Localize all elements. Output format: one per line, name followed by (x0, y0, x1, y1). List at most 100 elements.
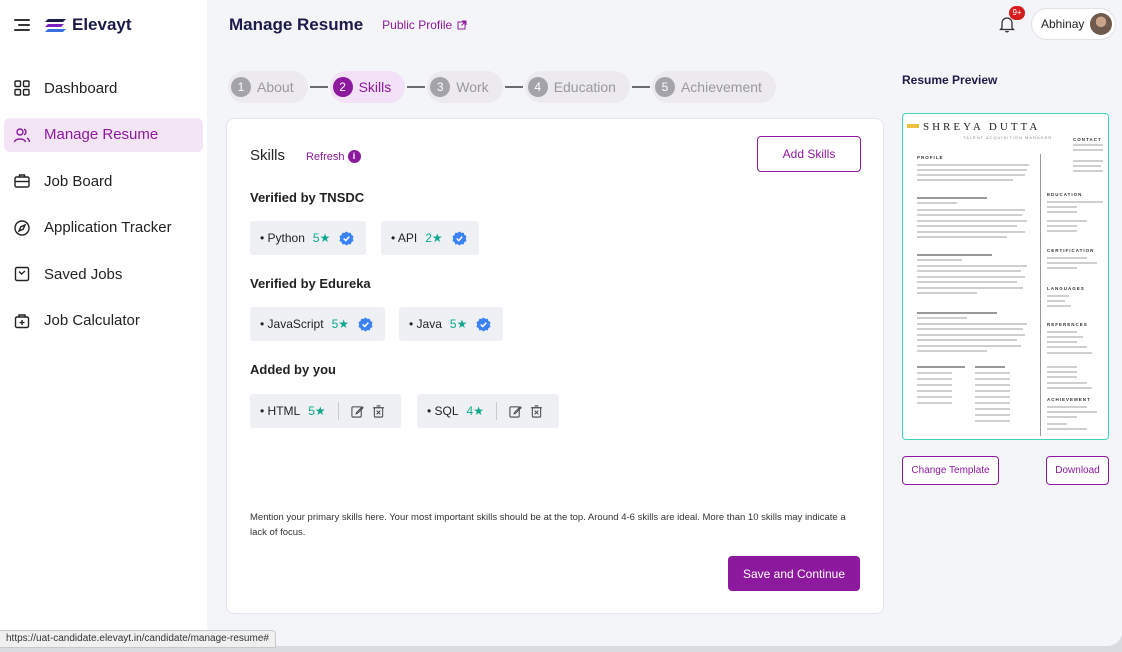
skill-name: • SQL (427, 404, 459, 418)
sidebar-item-label: Dashboard (44, 79, 118, 97)
group-title: Added by you (250, 362, 336, 377)
step-skills[interactable]: 2 Skills (329, 71, 406, 103)
compass-icon (13, 219, 31, 237)
user-menu[interactable]: Abhinay (1031, 8, 1116, 40)
step-work[interactable]: 3 Work (427, 71, 503, 103)
skills-title: Skills (250, 147, 286, 164)
refresh-label: Refresh (306, 150, 345, 163)
skill-chip-sql: • SQL 4★ (417, 394, 559, 428)
delete-icon[interactable] (530, 404, 543, 418)
sidebar-item-manage-resume[interactable]: Manage Resume (4, 117, 203, 152)
skills-hint: Mention your primary skills here. Your m… (250, 512, 846, 538)
verified-badge-icon (358, 316, 373, 332)
divider (495, 402, 497, 420)
preview-accent-bar (907, 124, 919, 128)
skill-name: • JavaScript (260, 317, 324, 331)
resume-preview-title: Resume Preview (902, 73, 998, 87)
sidebar-item-label: Job Calculator (44, 312, 140, 329)
skill-chip-java: • Java 5★ (399, 307, 504, 341)
skills-card: Skills Refresh i Add Skills Verified by … (226, 118, 884, 614)
sidebar-item-dashboard[interactable]: Dashboard (4, 71, 203, 105)
collapse-menu-icon[interactable] (14, 19, 30, 31)
sidebar-item-label: Job Board (44, 172, 113, 190)
step-number: 3 (430, 77, 451, 97)
info-icon[interactable]: i (347, 150, 361, 163)
step-number: 1 (231, 77, 251, 97)
preview-resume-role: TALENT ACQUISITION MANAGER (963, 135, 1053, 140)
logo-mark-icon (45, 19, 66, 32)
download-button[interactable]: Download (1046, 456, 1109, 485)
step-connector (407, 86, 426, 88)
delete-icon[interactable] (372, 404, 385, 418)
preview-section-heading: CERTIFICATION (1047, 248, 1095, 253)
group-title: Verified by Edureka (250, 276, 371, 291)
preview-section-heading: EDUCATION (1047, 192, 1083, 197)
sidebar-item-label: Saved Jobs (44, 265, 123, 283)
skill-rating: 4★ (466, 404, 484, 418)
public-profile-label: Public Profile (382, 18, 453, 32)
skill-rating: 5★ (312, 231, 331, 245)
notification-badge: 9+ (1009, 6, 1025, 20)
sidebar: Elevayt Dashboard Manage Resume Job Boar… (0, 0, 207, 646)
user-name: Abhinay (1041, 17, 1085, 31)
page-title: Manage Resume (229, 15, 364, 34)
step-number: 2 (332, 77, 353, 97)
skill-chip-python: • Python 5★ (250, 221, 367, 255)
add-skills-button[interactable]: Add Skills (757, 136, 861, 172)
preview-section-heading: REFERENCES (1047, 322, 1088, 327)
sidebar-item-job-board[interactable]: Job Board (4, 164, 203, 198)
step-education[interactable]: 4 Education (524, 71, 630, 103)
step-connector (309, 86, 328, 88)
skill-name: • API (391, 231, 418, 245)
skill-name: • HTML (260, 404, 301, 418)
divider (337, 402, 339, 420)
step-connector (631, 86, 650, 88)
skill-rating: 2★ (425, 231, 443, 245)
external-link-icon (457, 20, 467, 30)
edit-icon[interactable] (351, 405, 364, 418)
preview-section-heading: ACHIEVEMENT (1047, 397, 1091, 402)
public-profile-link[interactable]: Public Profile (382, 18, 467, 32)
save-and-continue-button[interactable]: Save and Continue (728, 556, 860, 591)
step-achievement[interactable]: 5 Achievement (651, 71, 776, 103)
verified-badge-icon (339, 230, 354, 246)
skill-rating: 5★ (331, 317, 349, 331)
skill-chip-javascript: • JavaScript 5★ (250, 307, 385, 341)
step-connector (504, 86, 523, 88)
skill-rating: 5★ (308, 404, 326, 418)
logo-text: Elevayt (72, 15, 132, 34)
sidebar-item-application-tracker[interactable]: Application Tracker (4, 211, 203, 245)
step-about[interactable]: 1 About (228, 71, 308, 103)
sidebar-item-label: Manage Resume (44, 126, 159, 143)
preview-contact-heading: CONTACT (1073, 137, 1102, 142)
sidebar-item-job-calculator[interactable]: Job Calculator (4, 304, 203, 338)
stepper: 1 About 2 Skills 3 Work 4 Education 5 Ac… (228, 71, 776, 103)
edit-icon[interactable] (509, 405, 522, 418)
sidebar-top: Elevayt (0, 0, 207, 50)
sidebar-nav: Dashboard Manage Resume Job Board Applic… (0, 71, 207, 338)
sidebar-item-saved-jobs[interactable]: Saved Jobs (4, 257, 203, 291)
step-label: Achievement (680, 79, 762, 95)
top-header: Manage Resume Public Profile 9+ Abhinay (207, 0, 1122, 50)
step-label: About (257, 79, 294, 95)
preview-section-heading: LANGUAGES (1047, 286, 1085, 291)
calculator-icon (13, 312, 31, 330)
app-window: Elevayt Dashboard Manage Resume Job Boar… (0, 0, 1122, 646)
briefcase-icon (13, 172, 31, 190)
users-icon (13, 126, 31, 144)
bookmark-check-icon (13, 265, 31, 283)
step-number: 4 (527, 77, 548, 97)
change-template-button[interactable]: Change Template (902, 456, 999, 485)
skill-rating: 5★ (449, 317, 468, 331)
skill-chip-api: • API 2★ (381, 221, 479, 255)
resume-preview[interactable]: SHREYA DUTTA TALENT ACQUISITION MANAGER … (902, 113, 1109, 440)
refresh-link[interactable]: Refresh i (306, 150, 361, 163)
preview-resume-name: SHREYA DUTTA (923, 121, 1041, 133)
skill-name: • Java (409, 317, 442, 331)
group-title: Verified by TNSDC (250, 190, 365, 205)
step-number: 5 (654, 77, 675, 97)
preview-section-heading: PROFILE (917, 155, 944, 160)
verified-badge-icon (476, 316, 491, 332)
logo[interactable]: Elevayt (44, 15, 132, 35)
verified-badge-icon (452, 230, 467, 246)
